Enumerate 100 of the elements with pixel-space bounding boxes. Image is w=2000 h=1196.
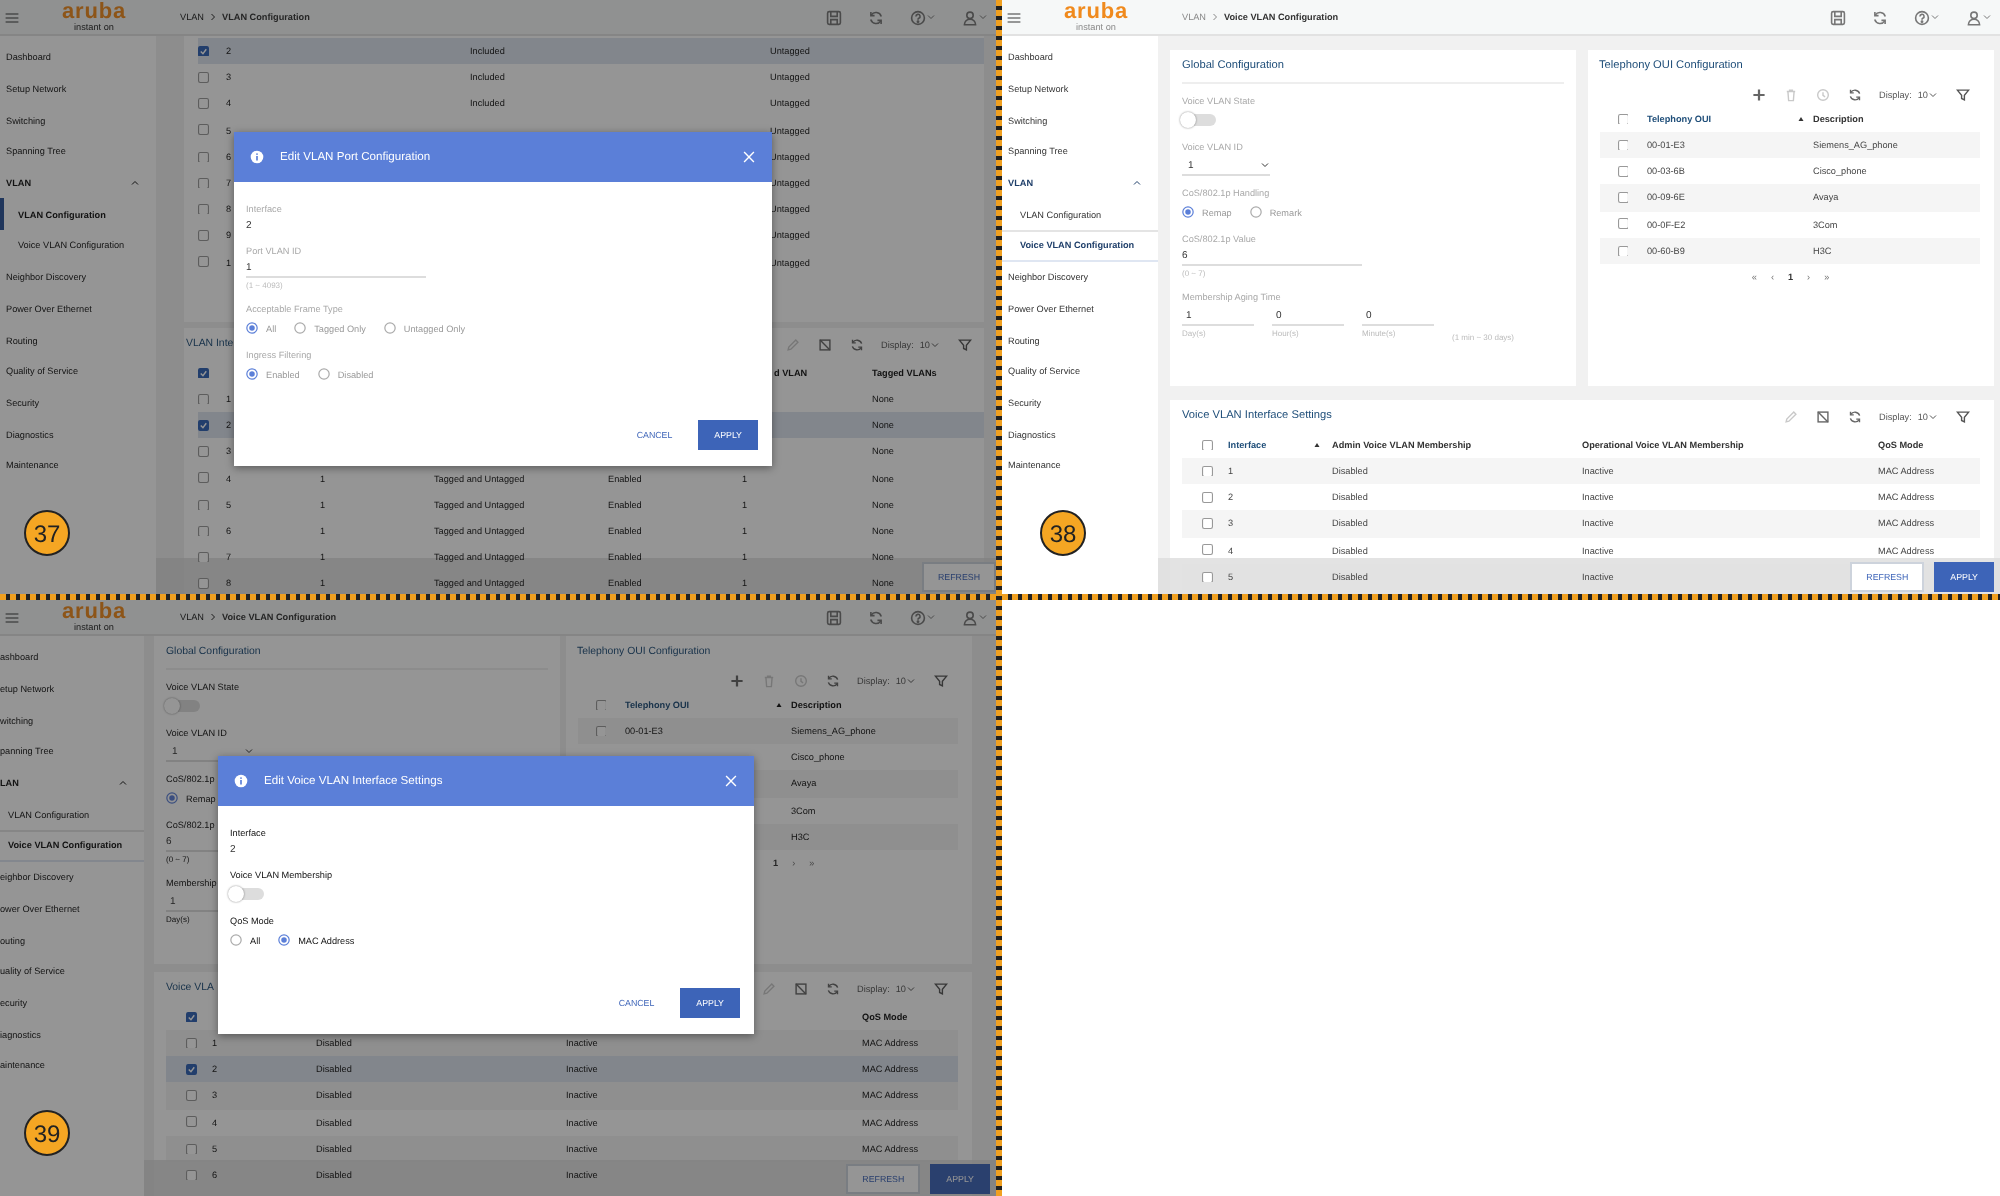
filter-icon[interactable] (1956, 409, 1970, 423)
checkbox[interactable] (186, 1011, 197, 1023)
checkbox[interactable] (198, 45, 209, 57)
checkbox[interactable] (186, 1143, 197, 1155)
caret-icon[interactable] (1982, 12, 1992, 22)
checkbox[interactable] (595, 699, 606, 711)
checkbox[interactable] (198, 551, 209, 563)
caret-icon (1928, 411, 1938, 421)
checkbox[interactable] (198, 472, 209, 484)
checkbox[interactable] (1617, 166, 1628, 178)
caret-icon (244, 746, 254, 756)
checkbox[interactable] (198, 525, 209, 537)
filter-icon[interactable] (934, 981, 948, 995)
checkbox[interactable] (198, 151, 209, 163)
caret-icon (1132, 178, 1142, 189)
radio-icon (246, 368, 258, 380)
save-icon[interactable] (826, 9, 842, 25)
refresh-icon[interactable] (825, 981, 840, 995)
filter-icon[interactable] (958, 337, 972, 351)
refresh-icon[interactable] (1847, 409, 1862, 423)
checkbox[interactable] (198, 367, 209, 379)
checkbox[interactable] (1617, 192, 1628, 204)
caret-icon[interactable] (978, 12, 988, 22)
checkbox[interactable] (198, 124, 209, 136)
checkbox[interactable] (198, 230, 209, 242)
menu-icon[interactable] (1006, 9, 1022, 25)
checkbox[interactable] (198, 203, 209, 215)
checkbox[interactable] (186, 1090, 197, 1102)
save-icon[interactable] (826, 609, 842, 625)
plus-icon[interactable] (1751, 87, 1766, 101)
menu-icon[interactable] (4, 9, 20, 25)
toggle-switch[interactable] (230, 888, 264, 900)
help-icon[interactable] (910, 9, 926, 25)
refresh-icon[interactable] (1872, 9, 1888, 25)
radio-icon (317, 368, 330, 380)
checkbox[interactable] (186, 1064, 197, 1076)
user-icon[interactable] (962, 609, 978, 625)
sort-arrow-icon[interactable] (1795, 114, 1805, 124)
checkbox[interactable] (198, 393, 209, 405)
caret-icon[interactable] (926, 12, 936, 22)
checkbox[interactable] (1617, 245, 1628, 257)
help-icon[interactable] (910, 609, 926, 625)
checkbox[interactable] (198, 177, 209, 189)
checkbox[interactable] (1202, 544, 1213, 556)
toggle-switch[interactable] (166, 700, 200, 712)
radio-icon (294, 322, 307, 334)
refresh-icon[interactable] (1847, 87, 1862, 101)
caret-icon[interactable] (978, 612, 988, 622)
caret-icon (130, 178, 140, 189)
checkbox[interactable] (198, 499, 209, 511)
caret-icon (906, 675, 916, 685)
filter-icon[interactable] (1956, 87, 1970, 101)
caret-icon[interactable] (1930, 12, 1940, 22)
checkbox[interactable] (1202, 518, 1213, 530)
checkbox[interactable] (198, 98, 209, 110)
checkbox[interactable] (198, 578, 209, 590)
chevron-icon (208, 12, 219, 22)
user-icon[interactable] (1966, 9, 1982, 25)
checkbox[interactable] (1202, 492, 1213, 504)
checkbox[interactable] (186, 1037, 197, 1049)
radio-icon (166, 792, 178, 804)
sort-arrow-icon[interactable] (773, 700, 783, 710)
crossed-square-icon[interactable] (817, 337, 832, 351)
refresh-icon[interactable] (849, 337, 864, 351)
caret-icon[interactable] (926, 612, 936, 622)
sort-arrow-icon[interactable] (1312, 440, 1322, 450)
caret-icon (118, 778, 128, 789)
checkbox[interactable] (1617, 218, 1628, 230)
checkbox[interactable] (198, 446, 209, 458)
checkbox[interactable] (198, 72, 209, 84)
checkbox[interactable] (186, 1116, 197, 1128)
checkbox[interactable] (1202, 465, 1213, 477)
checkbox[interactable] (198, 420, 209, 432)
help-icon[interactable] (1914, 9, 1930, 25)
checkbox[interactable] (1617, 139, 1628, 151)
checkbox[interactable] (198, 256, 209, 268)
checkbox[interactable] (595, 725, 606, 737)
menu-icon[interactable] (4, 609, 20, 625)
close-icon[interactable] (742, 150, 756, 164)
checkbox[interactable] (1617, 113, 1628, 125)
checkbox[interactable] (1202, 571, 1213, 583)
crossed-square-icon[interactable] (1815, 409, 1830, 423)
logo-text: aruba (62, 603, 126, 621)
plus-icon[interactable] (729, 673, 744, 687)
refresh-icon[interactable] (868, 609, 884, 625)
close-icon[interactable] (724, 774, 738, 788)
filter-icon[interactable] (934, 673, 948, 687)
caret-icon (930, 339, 940, 349)
user-icon[interactable] (962, 9, 978, 25)
toggle-switch[interactable] (1182, 114, 1216, 126)
save-icon[interactable] (1830, 9, 1846, 25)
checkbox[interactable] (186, 1169, 197, 1181)
radio-icon (1249, 206, 1262, 218)
crossed-square-icon[interactable] (793, 981, 808, 995)
caret-icon (1260, 160, 1270, 170)
caret-icon (906, 983, 916, 993)
checkbox[interactable] (1202, 439, 1213, 451)
refresh-icon[interactable] (868, 9, 884, 25)
refresh-icon[interactable] (825, 673, 840, 687)
info-icon (250, 150, 264, 164)
